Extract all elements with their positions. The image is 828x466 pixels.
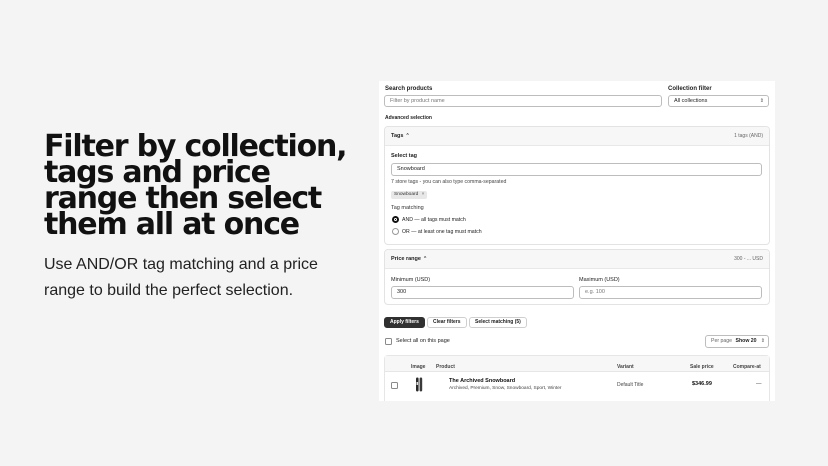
radio-or[interactable] <box>392 228 399 235</box>
app-panel: Search products Filter by product name C… <box>379 81 775 401</box>
price-summary: 300 - ... USD <box>734 256 763 262</box>
product-compare-at: — <box>756 381 762 387</box>
search-label: Search products <box>385 86 433 92</box>
chevron-up-icon: ⌃ <box>405 133 410 139</box>
tags-card-header[interactable]: Tags ⌃ 1 tags (AND) <box>385 127 769 146</box>
col-product: Product <box>436 364 455 370</box>
select-arrows-icon: ⇕ <box>760 338 765 344</box>
tags-summary: 1 tags (AND) <box>734 133 763 139</box>
hero: Filter by collection, tags and price ran… <box>44 129 354 304</box>
select-arrows-icon: ⇕ <box>759 98 764 104</box>
radio-and[interactable] <box>392 216 399 223</box>
collection-select[interactable]: All collections ⇕ <box>668 95 769 107</box>
product-title[interactable]: The Archived Snowboard <box>449 378 515 384</box>
col-sale-price: Sale price <box>690 364 714 370</box>
tags-card: Tags ⌃ 1 tags (AND) Select tag Snowboard … <box>384 126 770 245</box>
select-all-label: Select all on this page <box>396 338 450 344</box>
select-matching-button[interactable]: Select matching (5) <box>469 317 527 328</box>
tag-chip: Snowboard × <box>391 191 428 199</box>
search-input[interactable]: Filter by product name <box>384 95 662 107</box>
product-thumbnail <box>416 377 423 392</box>
row-checkbox[interactable] <box>391 382 398 389</box>
products-table <box>384 355 770 401</box>
apply-filters-button[interactable]: Apply filters <box>384 317 425 328</box>
product-sale-price: $346.99 <box>692 381 712 387</box>
min-price-label: Minimum (USD) <box>391 277 431 283</box>
collection-value: All collections <box>674 98 708 104</box>
hero-subtitle: Use AND/OR tag matching and a price rang… <box>44 256 318 299</box>
price-card-header[interactable]: Price range ⌃ 300 - ... USD <box>385 250 769 269</box>
radio-and-label: AND — all tags must match <box>402 217 466 223</box>
per-page-select[interactable]: Per page Show 20 ⇕ <box>705 335 769 348</box>
tags-hint: 7 store tags - you can also type comma-s… <box>391 179 507 185</box>
min-price-input[interactable]: 300 <box>391 286 574 299</box>
price-card: Price range ⌃ 300 - ... USD Minimum (USD)… <box>384 249 770 305</box>
select-tag-label: Select tag <box>391 153 417 159</box>
advanced-selection-label: Advanced selection <box>385 115 432 121</box>
radio-or-label: OR — at least one tag must match <box>402 229 482 235</box>
per-page-label: Per page <box>711 338 733 344</box>
max-price-label: Maximum (USD) <box>579 277 620 283</box>
price-header-title: Price range <box>391 256 421 262</box>
select-all-checkbox[interactable] <box>385 338 392 345</box>
col-compare-at: Compare-at <box>733 364 761 370</box>
tag-input[interactable]: Snowboard <box>391 163 762 176</box>
product-tags: Archived, Premium, Snow, Snowboard, Spor… <box>449 386 562 391</box>
tags-header-title: Tags <box>391 133 404 139</box>
product-variant: Default Title <box>617 382 644 388</box>
chevron-up-icon: ⌃ <box>422 256 428 262</box>
tag-chip-label: Snowboard <box>394 192 419 197</box>
max-price-input[interactable]: e.g. 100 <box>579 286 762 299</box>
clear-filters-button[interactable]: Clear filters <box>427 317 467 328</box>
tag-matching-label: Tag matching <box>391 205 424 211</box>
col-image: Image <box>411 364 426 370</box>
close-icon[interactable]: × <box>422 192 425 197</box>
col-variant: Variant <box>617 364 634 370</box>
per-page-value: Show 20 <box>735 338 757 344</box>
collection-label: Collection filter <box>668 86 712 92</box>
hero-title: Filter by collection, tags and price ran… <box>44 129 348 242</box>
